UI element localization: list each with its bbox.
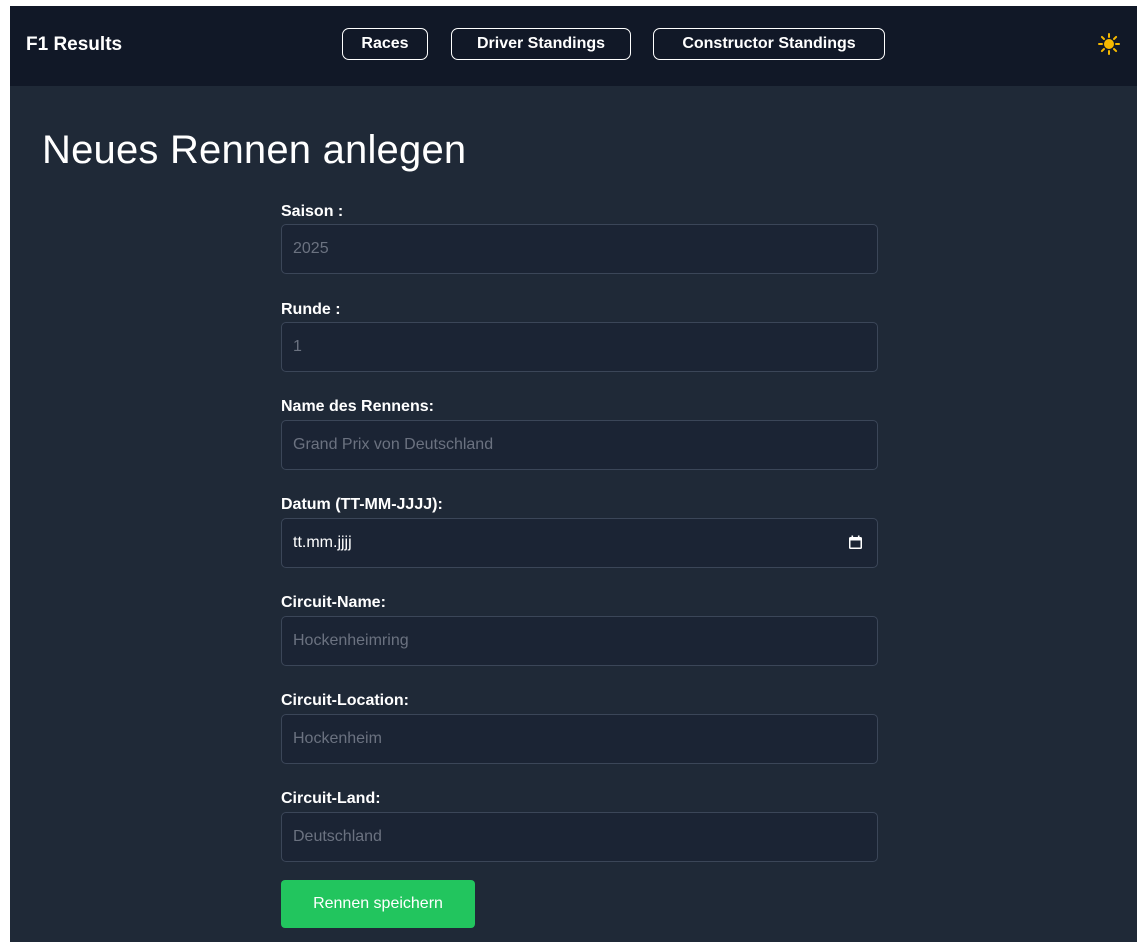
page-title: Neues Rennen anlegen [42, 128, 467, 172]
nav-races-button[interactable]: Races [342, 28, 428, 60]
circuit-country-input[interactable] [281, 812, 878, 862]
circuit-country-label: Circuit-Land: [281, 790, 381, 807]
nav-constructor-standings-button[interactable]: Constructor Standings [653, 28, 885, 60]
circuit-name-label: Circuit-Name: [281, 594, 386, 611]
round-input[interactable] [281, 322, 878, 372]
season-input[interactable] [281, 224, 878, 274]
save-race-button[interactable]: Rennen speichern [281, 880, 475, 928]
app-window: F1 Results Races Driver Standings Constr… [10, 6, 1137, 942]
circuit-location-input[interactable] [281, 714, 878, 764]
date-label: Datum (TT-MM-JJJJ): [281, 496, 443, 513]
sun-icon[interactable] [1098, 33, 1120, 55]
circuit-location-label: Circuit-Location: [281, 692, 409, 709]
date-value: tt.mm.jjjj [293, 534, 352, 551]
brand-title[interactable]: F1 Results [26, 34, 122, 56]
calendar-icon[interactable] [848, 535, 863, 550]
circuit-name-input[interactable] [281, 616, 878, 666]
race-name-input[interactable] [281, 420, 878, 470]
round-label: Runde : [281, 301, 341, 318]
season-label: Saison : [281, 203, 344, 220]
nav-driver-standings-button[interactable]: Driver Standings [451, 28, 631, 60]
date-input[interactable]: tt.mm.jjjj [281, 518, 878, 568]
race-name-label: Name des Rennens: [281, 398, 434, 415]
top-navbar: F1 Results Races Driver Standings Constr… [10, 6, 1137, 86]
